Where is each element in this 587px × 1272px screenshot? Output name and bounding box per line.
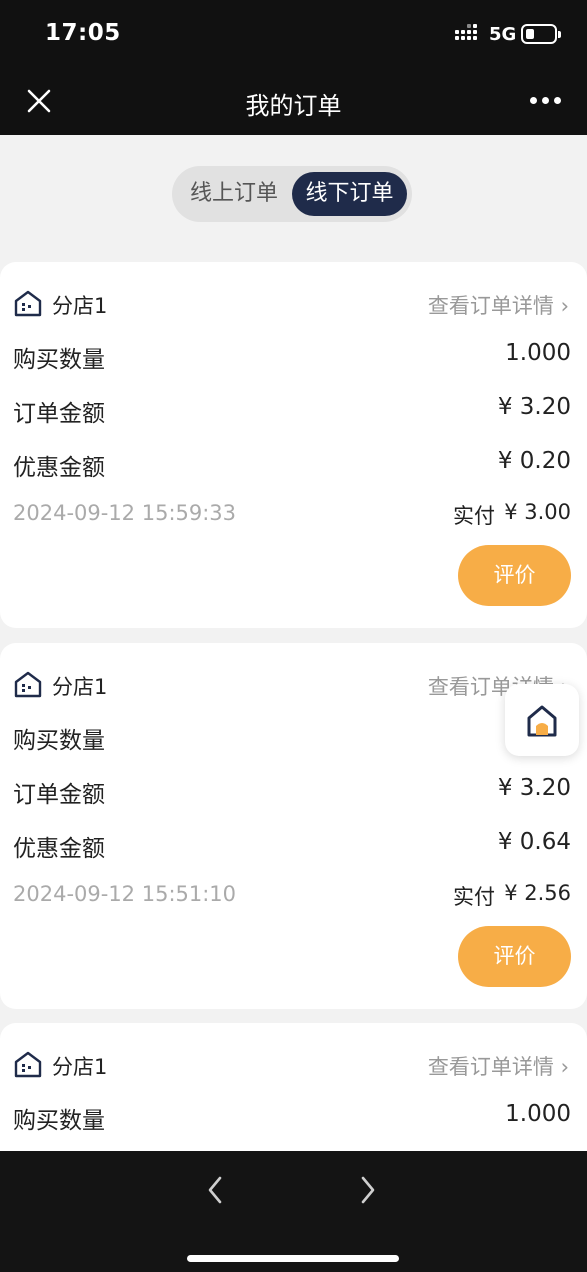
order-amount-label: 订单金额 [13,782,105,808]
review-button[interactable]: 评价 [458,545,571,606]
network-type: 5G [489,24,517,45]
order-amount-value: ¥ 3.20 [497,394,571,420]
order-type-tabs: 线上订单 线下订单 [172,166,412,222]
discount-label: 优惠金额 [13,836,105,862]
store-icon [14,290,42,317]
store-icon [14,671,42,698]
discount-value: ¥ 0.20 [497,448,571,474]
order-amount-label: 订单金额 [13,401,105,427]
signal-icon [455,24,481,44]
floating-home-button[interactable] [505,684,579,756]
store-name: 分店1 [52,1055,108,1079]
review-button[interactable]: 评价 [458,926,571,987]
view-order-detail-link[interactable]: 查看订单详情 › [428,290,569,320]
top-bar: 17:05 5G 我的订单 [0,0,587,135]
store-icon [14,1051,42,1078]
paid-value: ¥ 2.56 [504,881,571,905]
order-time: 2024-09-12 15:59:33 [13,501,237,525]
quantity-value: 1.000 [505,340,571,366]
paid-label: 实付 [453,504,495,528]
order-time: 2024-09-12 15:51:10 [13,882,237,906]
order-list-screen: 17:05 5G 我的订单 线上订单 线下订单 分店1 查看订单详情 › 购买数… [0,0,587,1272]
discount-value: ¥ 0.64 [497,829,571,855]
quantity-value: 1.000 [505,1101,571,1127]
quantity-label: 购买数量 [13,1108,105,1134]
tab-offline-orders[interactable]: 线下订单 [292,172,407,216]
quantity-label: 购买数量 [13,347,105,373]
view-order-detail-link[interactable]: 查看订单详情 › [428,1051,569,1081]
paid-label: 实付 [453,885,495,909]
chevron-left-icon[interactable] [203,1173,227,1207]
order-card: 分店1 查看订单详情 › 购买数量 订单金额 ¥ 3.20 优惠金额 ¥ 0.6… [0,643,587,1009]
home-indicator[interactable] [187,1255,399,1262]
tab-online-orders[interactable]: 线上订单 [178,172,290,216]
more-dots-icon[interactable] [530,97,562,105]
order-amount-value: ¥ 3.20 [497,775,571,801]
paid-value: ¥ 3.00 [504,500,571,524]
battery-icon [521,24,561,44]
store-name: 分店1 [52,294,108,318]
status-time: 17:05 [45,20,121,46]
bottom-navigation-bar [0,1151,587,1272]
home-icon [527,705,557,737]
discount-label: 优惠金额 [13,455,105,481]
page-title: 我的订单 [245,92,342,120]
quantity-label: 购买数量 [13,728,105,754]
order-card: 分店1 查看订单详情 › 购买数量 1.000 订单金额 ¥ 3.20 优惠金额… [0,262,587,628]
chevron-right-icon[interactable] [356,1173,380,1207]
store-name: 分店1 [52,675,108,699]
